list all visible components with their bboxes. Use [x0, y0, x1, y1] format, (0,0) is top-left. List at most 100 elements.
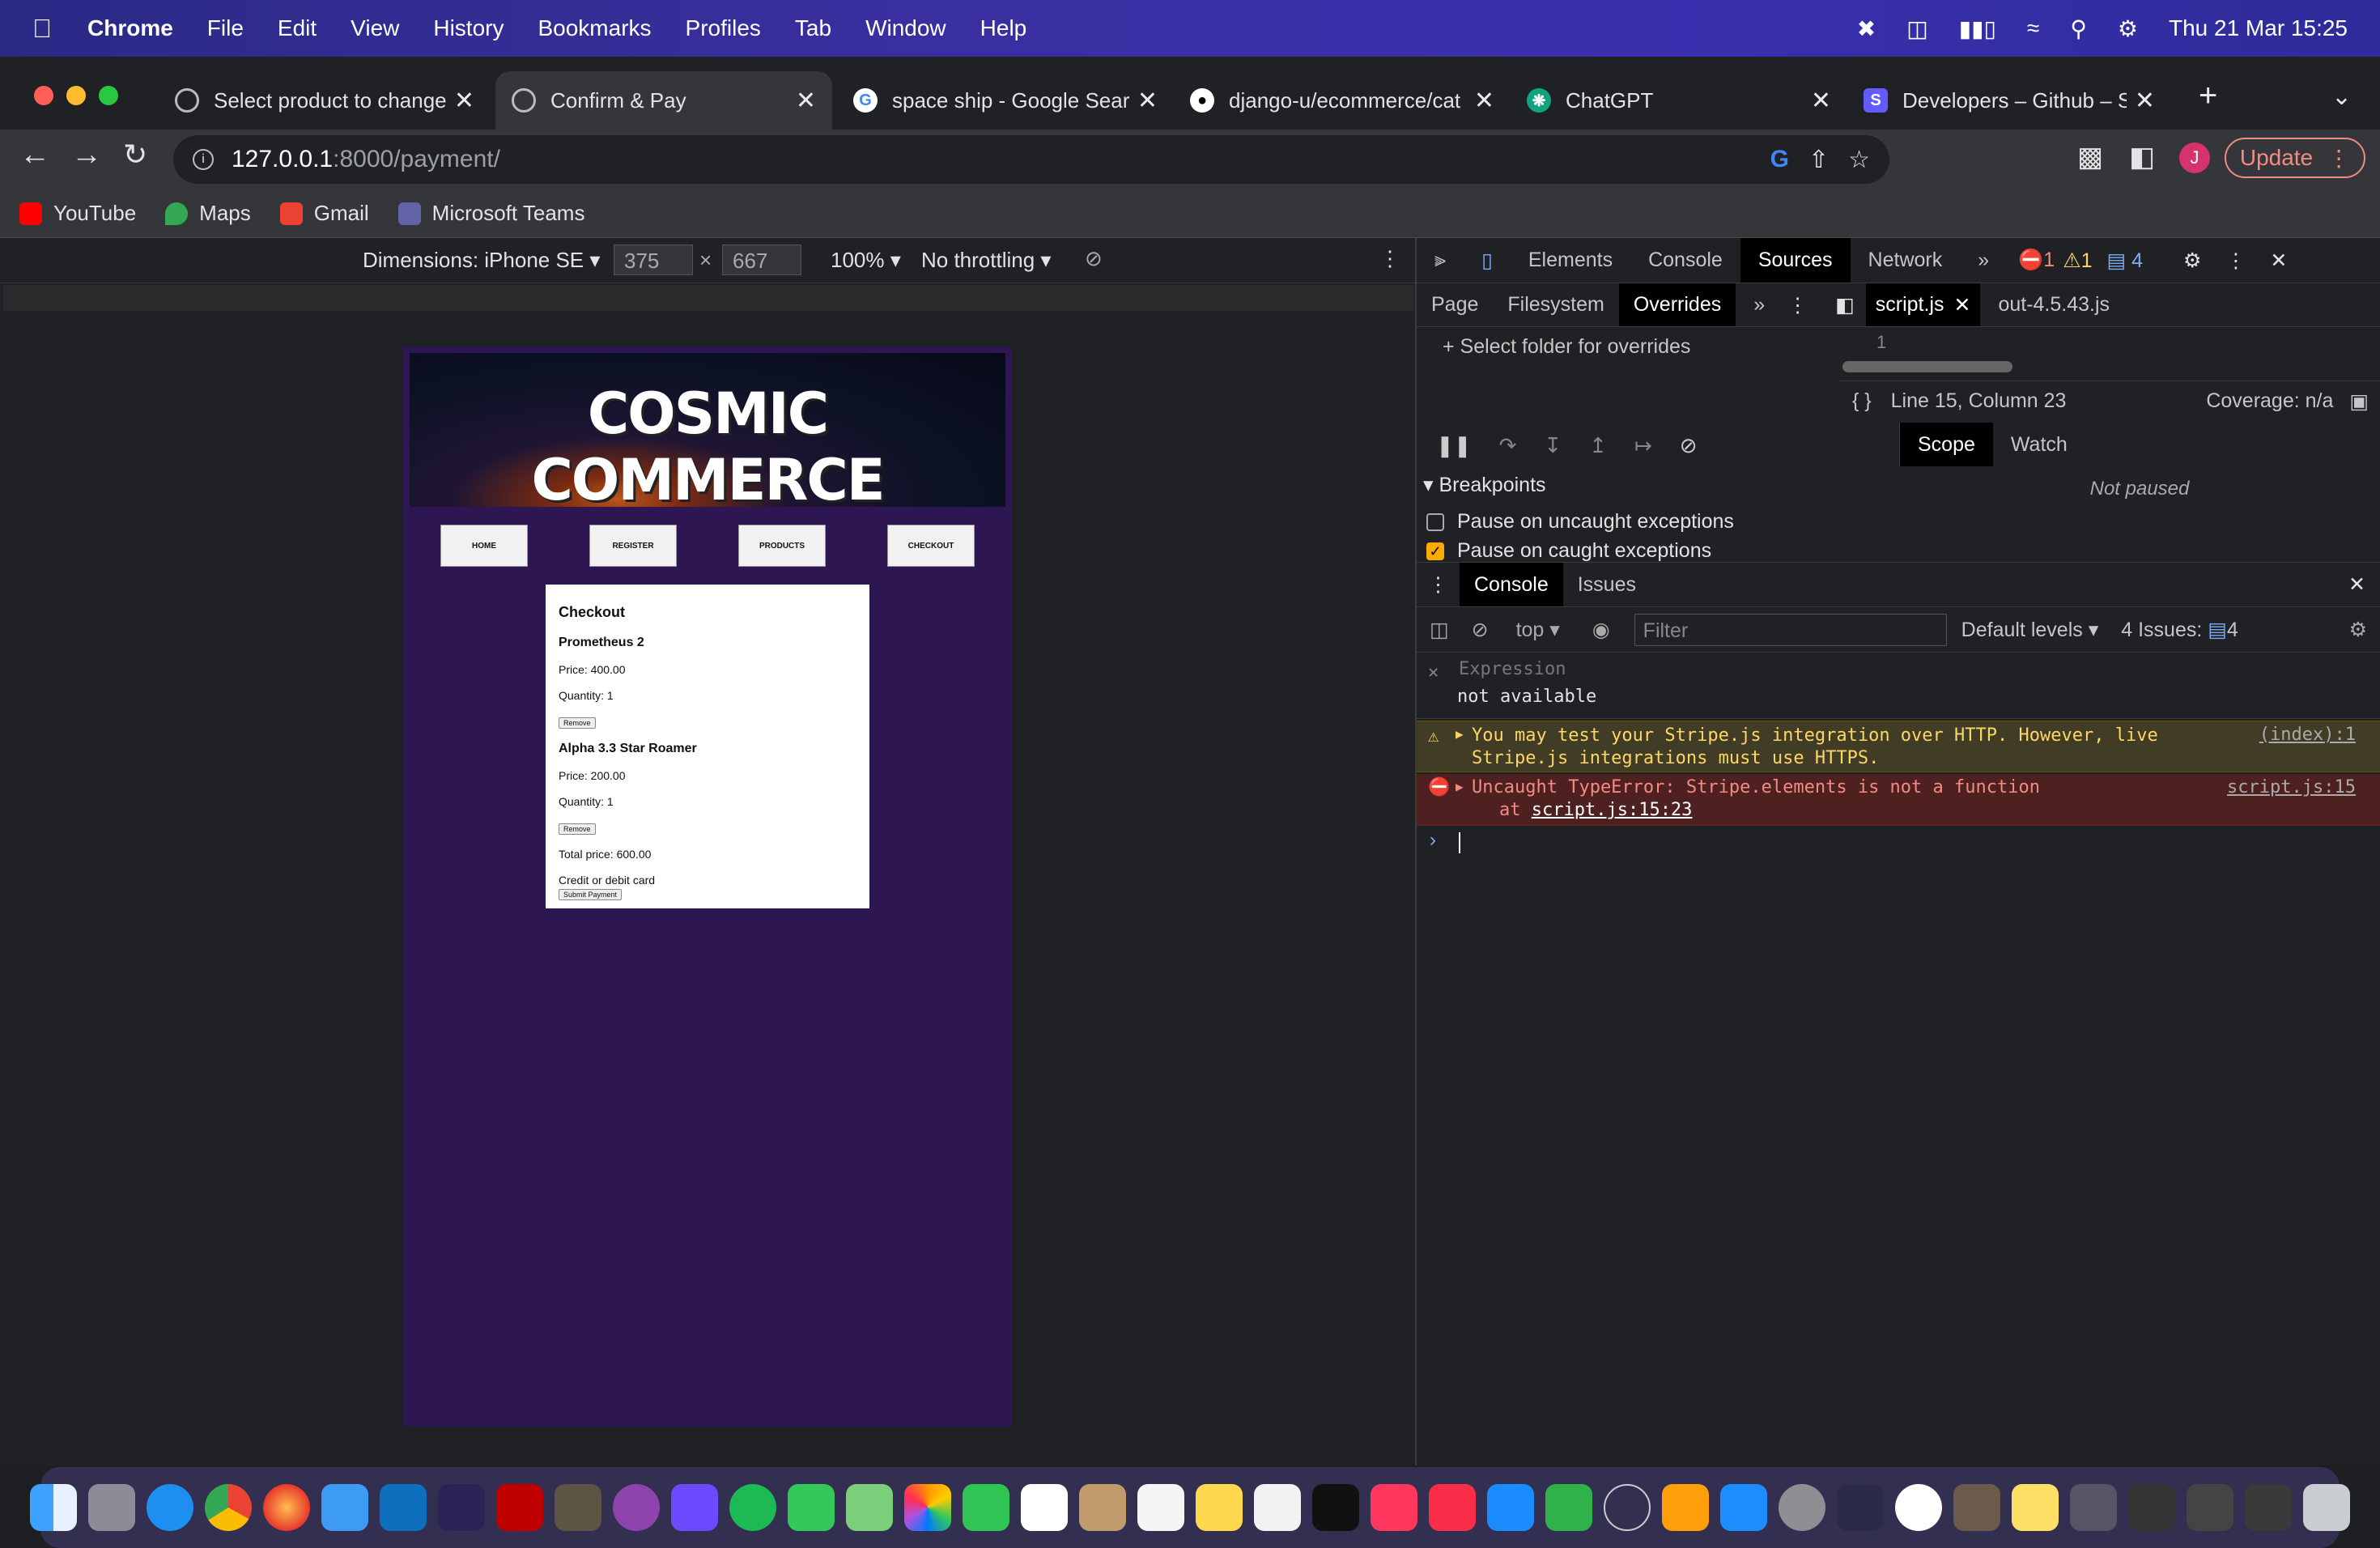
- finder-icon[interactable]: [30, 1484, 77, 1531]
- filter-input[interactable]: Filter: [1634, 613, 1947, 646]
- numbers-icon[interactable]: [1545, 1484, 1592, 1531]
- notes-icon[interactable]: [1196, 1484, 1243, 1531]
- more-subtabs-icon[interactable]: »: [1736, 283, 1783, 326]
- width-input[interactable]: 375: [614, 245, 693, 275]
- new-tab-button[interactable]: +: [2199, 78, 2217, 114]
- close-icon[interactable]: ✕: [1811, 87, 1831, 115]
- spotlight-icon[interactable]: ⚲: [2070, 15, 2087, 42]
- throttling-select[interactable]: No throttling ▾: [921, 248, 1051, 273]
- step-over-icon[interactable]: ↷: [1499, 433, 1517, 458]
- tips-help-icon[interactable]: [1604, 1484, 1651, 1531]
- bookmark-star-icon[interactable]: ☆: [1848, 146, 1870, 174]
- vpn-icon[interactable]: ✖: [1857, 15, 1876, 42]
- bookmark-maps[interactable]: Maps: [165, 201, 251, 226]
- menu-profiles[interactable]: Profiles: [686, 15, 761, 41]
- submit-payment-button[interactable]: Submit Payment: [559, 889, 623, 900]
- tab-watch[interactable]: Watch: [1993, 423, 2085, 466]
- extensions-icon[interactable]: ▩: [2077, 141, 2103, 173]
- file-tab-out[interactable]: out-4.5.43.js: [1980, 283, 2127, 326]
- message-count-badge[interactable]: ▤ 4: [2107, 249, 2143, 273]
- nav-register-button[interactable]: REGISTER: [589, 525, 677, 567]
- checkbox-checked[interactable]: ✓: [1426, 542, 1444, 560]
- toggle-navigator-icon[interactable]: ◧: [1835, 293, 1855, 317]
- menu-window[interactable]: Window: [865, 15, 946, 41]
- avatar[interactable]: J: [2179, 142, 2210, 173]
- pages-icon[interactable]: [1662, 1484, 1709, 1531]
- levels-select[interactable]: Default levels ▾: [1961, 618, 2099, 642]
- console-error[interactable]: ⛔ ▶ Uncaught TypeError: Stripe.elements …: [1417, 774, 2380, 826]
- close-icon[interactable]: ✕: [796, 87, 816, 115]
- checkbox[interactable]: [1426, 512, 1444, 531]
- launchpad-icon[interactable]: [88, 1484, 135, 1531]
- forward-button[interactable]: →: [71, 138, 102, 172]
- menu-tab[interactable]: Tab: [795, 15, 831, 41]
- error-source-link[interactable]: script.js:15: [2227, 777, 2356, 797]
- close-icon[interactable]: ✕: [1954, 293, 1971, 317]
- subtab-filesystem[interactable]: Filesystem: [1493, 283, 1618, 326]
- back-button[interactable]: ←: [19, 138, 50, 172]
- console-settings-icon[interactable]: ⚙: [2349, 618, 2367, 642]
- tab-sources[interactable]: Sources: [1740, 238, 1851, 283]
- bookmark-teams[interactable]: Microsoft Teams: [397, 201, 584, 226]
- context-select[interactable]: top ▾: [1516, 618, 1560, 642]
- photos-icon[interactable]: [904, 1484, 951, 1531]
- step-icon[interactable]: ↦: [1634, 433, 1652, 458]
- smile-app-icon[interactable]: [1895, 1484, 1942, 1531]
- warning-source-link[interactable]: (index):1: [2259, 725, 2356, 745]
- eclipse-icon[interactable]: [438, 1484, 485, 1531]
- trash-icon[interactable]: [2303, 1484, 2350, 1531]
- mail-icon[interactable]: [321, 1484, 368, 1531]
- window-minimize-button[interactable]: [66, 86, 86, 105]
- update-button[interactable]: Update ⋮: [2225, 138, 2365, 178]
- tab-scope[interactable]: Scope: [1900, 423, 1993, 466]
- recent-window-icon[interactable]: [2245, 1484, 2292, 1531]
- bookmark-youtube[interactable]: YouTube: [19, 201, 136, 226]
- control-center-icon[interactable]: ⚙: [2118, 15, 2138, 42]
- tab-console[interactable]: Console: [1630, 238, 1740, 283]
- close-icon[interactable]: ✕: [454, 87, 474, 115]
- navigator-menu-icon[interactable]: ⋮: [1787, 293, 1808, 317]
- window-close-button[interactable]: [34, 86, 53, 105]
- select-folder-button[interactable]: + Select folder for overrides: [1443, 335, 1690, 359]
- proton-vpn-icon[interactable]: [671, 1484, 718, 1531]
- deactivate-breakpoints-icon[interactable]: ⊘: [1680, 433, 1698, 458]
- wifi-icon[interactable]: ≈: [2027, 15, 2039, 41]
- firefox-icon[interactable]: [263, 1484, 310, 1531]
- sidebar-toggle-icon[interactable]: ◫: [1430, 618, 1449, 642]
- tab-search-chevron-icon[interactable]: ⌄: [2331, 83, 2352, 111]
- reload-button[interactable]: ↻: [123, 138, 147, 172]
- address-bar[interactable]: i 127.0.0.1:8000/payment/ G ⇧ ☆: [173, 135, 1889, 184]
- filezilla-icon[interactable]: [496, 1484, 543, 1531]
- site-info-icon[interactable]: i: [193, 149, 214, 170]
- expand-icon[interactable]: ▶: [1456, 726, 1464, 742]
- stickies-icon[interactable]: [2012, 1484, 2059, 1531]
- recent-window-icon[interactable]: [2187, 1484, 2233, 1531]
- clock[interactable]: Thu 21 Mar 15:25: [2169, 15, 2348, 41]
- pretty-print-icon[interactable]: { }: [1852, 389, 1872, 413]
- menu-app-name[interactable]: Chrome: [87, 15, 173, 41]
- menu-edit[interactable]: Edit: [278, 15, 317, 41]
- tab-select-product[interactable]: Select product to change ✕: [159, 71, 491, 130]
- remove-button[interactable]: Remove: [559, 823, 596, 835]
- tab-chatgpt[interactable]: ❋ ChatGPT ✕: [1511, 71, 1847, 130]
- vscode-icon[interactable]: [380, 1484, 427, 1531]
- contacts-icon[interactable]: [1079, 1484, 1126, 1531]
- dimensions-select[interactable]: Dimensions: iPhone SE ▾: [363, 248, 600, 273]
- tab-google-search[interactable]: G space ship - Google Search ✕: [837, 71, 1174, 130]
- device-toggle-icon[interactable]: ▯: [1464, 238, 1511, 283]
- nav-products-button[interactable]: PRODUCTS: [738, 525, 826, 567]
- tab-elements[interactable]: Elements: [1511, 238, 1630, 283]
- screen-mirror-icon[interactable]: ◫: [1906, 15, 1927, 42]
- news-icon[interactable]: [1371, 1484, 1417, 1531]
- remove-button[interactable]: Remove: [559, 717, 596, 729]
- clear-console-icon[interactable]: ⊘: [1472, 618, 1489, 642]
- breakpoints-header[interactable]: ▾ Breakpoints: [1423, 473, 1546, 497]
- downloads-stack-icon[interactable]: [2070, 1484, 2117, 1531]
- more-options-icon[interactable]: ⋮: [1379, 246, 1400, 271]
- side-panel-icon[interactable]: ◧: [2129, 141, 2155, 173]
- chrome-icon[interactable]: [205, 1484, 252, 1531]
- menu-help[interactable]: Help: [980, 15, 1027, 41]
- drawer-tab-console[interactable]: Console: [1460, 563, 1563, 606]
- music-icon[interactable]: [1429, 1484, 1476, 1531]
- pause-icon[interactable]: ❚❚: [1436, 433, 1472, 458]
